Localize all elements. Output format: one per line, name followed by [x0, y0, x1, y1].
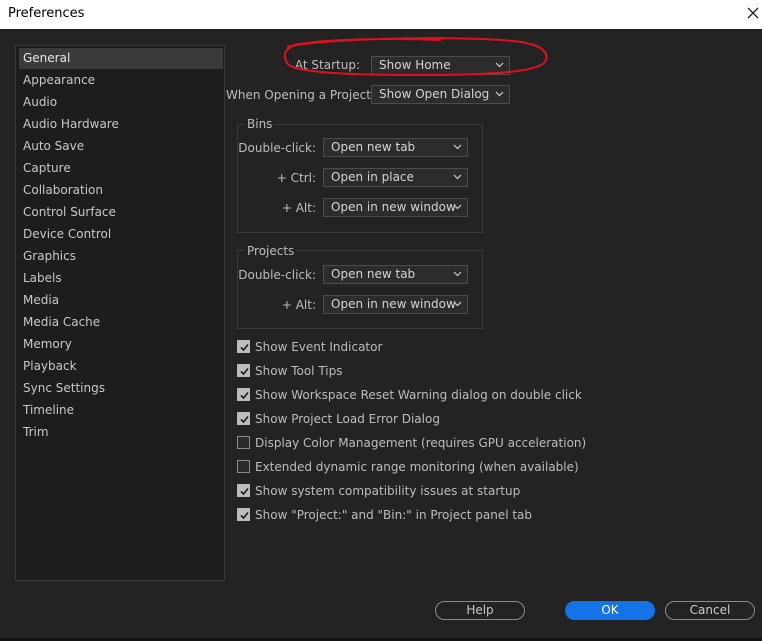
bins-alt-dropdown[interactable]: Open in new window — [323, 198, 468, 217]
when-opening-project-value: Show Open Dialog — [379, 87, 490, 101]
chevron-down-icon — [495, 91, 504, 97]
help-button[interactable]: Help — [435, 601, 525, 620]
sidebar-item-appearance[interactable]: Appearance — [19, 70, 223, 91]
show-event-indicator-checkbox[interactable] — [237, 340, 250, 353]
show-workspace-reset-warning-checkbox[interactable] — [237, 388, 250, 401]
projects-double-click-dropdown[interactable]: Open new tab — [323, 265, 468, 284]
preferences-sidebar: General Appearance Audio Audio Hardware … — [15, 45, 225, 581]
dialog-content: General Appearance Audio Audio Hardware … — [0, 29, 762, 641]
sidebar-item-general[interactable]: General — [19, 48, 223, 69]
show-tool-tips-label: Show Tool Tips — [255, 364, 343, 378]
close-icon[interactable] — [746, 6, 760, 20]
display-color-management-option[interactable]: Display Color Management (requires GPU a… — [237, 435, 637, 451]
show-tool-tips-option[interactable]: Show Tool Tips — [237, 363, 637, 379]
show-project-load-error-checkbox[interactable] — [237, 412, 250, 425]
sidebar-item-labels[interactable]: Labels — [19, 268, 223, 289]
check-icon — [240, 343, 249, 352]
show-event-indicator-label: Show Event Indicator — [255, 340, 383, 354]
at-startup-dropdown[interactable]: Show Home — [371, 56, 510, 75]
title-bar: Preferences — [0, 0, 762, 29]
show-compatibility-issues-option[interactable]: Show system compatibility issues at star… — [237, 483, 637, 499]
sidebar-item-graphics[interactable]: Graphics — [19, 246, 223, 267]
sidebar-item-trim[interactable]: Trim — [19, 422, 223, 443]
projects-group — [237, 250, 483, 329]
projects-alt-label: + Alt: — [281, 298, 316, 312]
when-opening-project-label: When Opening a Project: — [226, 88, 375, 102]
extended-dynamic-range-option[interactable]: Extended dynamic range monitoring (when … — [237, 459, 637, 475]
projects-alt-value: Open in new window — [331, 297, 456, 311]
show-project-load-error-option[interactable]: Show Project Load Error Dialog — [237, 411, 637, 427]
projects-group-title: Projects — [245, 244, 297, 258]
bins-double-click-value: Open new tab — [331, 140, 416, 154]
projects-alt-dropdown[interactable]: Open in new window — [323, 295, 468, 314]
sidebar-item-audio[interactable]: Audio — [19, 92, 223, 113]
sidebar-item-control-surface[interactable]: Control Surface — [19, 202, 223, 223]
sidebar-item-device-control[interactable]: Device Control — [19, 224, 223, 245]
bins-double-click-dropdown[interactable]: Open new tab — [323, 138, 468, 157]
window-title: Preferences — [8, 6, 85, 21]
show-project-bin-in-tab-checkbox[interactable] — [237, 508, 250, 521]
show-tool-tips-checkbox[interactable] — [237, 364, 250, 377]
cancel-button[interactable]: Cancel — [665, 601, 755, 620]
show-compatibility-issues-checkbox[interactable] — [237, 484, 250, 497]
check-icon — [240, 367, 249, 376]
bins-double-click-label: Double-click: — [238, 141, 316, 155]
show-project-bin-in-tab-label: Show "Project:" and "Bin:" in Project pa… — [255, 508, 533, 522]
extended-dynamic-range-checkbox[interactable] — [237, 460, 250, 473]
show-project-bin-in-tab-option[interactable]: Show "Project:" and "Bin:" in Project pa… — [237, 507, 637, 523]
display-color-management-label: Display Color Management (requires GPU a… — [255, 436, 587, 450]
check-icon — [240, 487, 249, 496]
bins-ctrl-dropdown[interactable]: Open in place — [323, 168, 468, 187]
sidebar-item-capture[interactable]: Capture — [19, 158, 223, 179]
at-startup-label: At Startup: — [294, 58, 360, 72]
bins-ctrl-label: + Ctrl: — [276, 171, 316, 185]
chevron-down-icon — [453, 204, 462, 210]
projects-double-click-value: Open new tab — [331, 267, 416, 281]
at-startup-value: Show Home — [379, 58, 451, 72]
check-icon — [240, 415, 249, 424]
extended-dynamic-range-label: Extended dynamic range monitoring (when … — [255, 460, 579, 474]
bins-alt-value: Open in new window — [331, 200, 456, 214]
projects-double-click-label: Double-click: — [238, 268, 316, 282]
show-event-indicator-option[interactable]: Show Event Indicator — [237, 339, 637, 355]
sidebar-item-media-cache[interactable]: Media Cache — [19, 312, 223, 333]
bins-ctrl-value: Open in place — [331, 170, 414, 184]
sidebar-item-collaboration[interactable]: Collaboration — [19, 180, 223, 201]
check-icon — [240, 511, 249, 520]
check-icon — [240, 391, 249, 400]
chevron-down-icon — [495, 62, 504, 68]
show-workspace-reset-warning-label: Show Workspace Reset Warning dialog on d… — [255, 388, 582, 402]
sidebar-item-audio-hardware[interactable]: Audio Hardware — [19, 114, 223, 135]
chevron-down-icon — [453, 174, 462, 180]
show-project-load-error-label: Show Project Load Error Dialog — [255, 412, 440, 426]
sidebar-item-sync-settings[interactable]: Sync Settings — [19, 378, 223, 399]
show-compatibility-issues-label: Show system compatibility issues at star… — [255, 484, 521, 498]
sidebar-item-auto-save[interactable]: Auto Save — [19, 136, 223, 157]
sidebar-item-memory[interactable]: Memory — [19, 334, 223, 355]
sidebar-item-media[interactable]: Media — [19, 290, 223, 311]
display-color-management-checkbox[interactable] — [237, 436, 250, 449]
ok-button[interactable]: OK — [565, 601, 655, 620]
sidebar-item-timeline[interactable]: Timeline — [19, 400, 223, 421]
when-opening-project-dropdown[interactable]: Show Open Dialog — [371, 85, 510, 104]
show-workspace-reset-warning-option[interactable]: Show Workspace Reset Warning dialog on d… — [237, 387, 637, 403]
bins-alt-label: + Alt: — [281, 201, 316, 215]
sidebar-item-playback[interactable]: Playback — [19, 356, 223, 377]
bins-group-title: Bins — [245, 117, 275, 131]
chevron-down-icon — [453, 301, 462, 307]
chevron-down-icon — [453, 271, 462, 277]
chevron-down-icon — [453, 144, 462, 150]
